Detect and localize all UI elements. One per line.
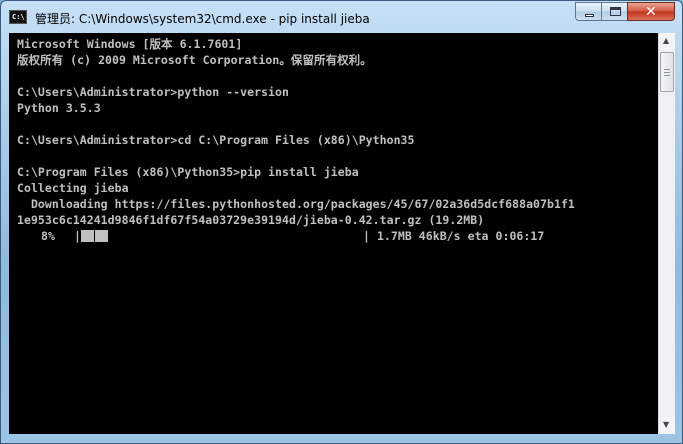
grip-line — [664, 75, 670, 76]
window-title: 管理员: C:\Windows\system32\cmd.exe - pip i… — [35, 12, 370, 26]
minimize-icon — [585, 14, 594, 17]
console-line: C:\Users\Administrator>python --version — [17, 85, 289, 99]
progress-percent: 8% — [41, 229, 55, 243]
grip-line — [664, 69, 670, 70]
console-line: Microsoft Windows [版本 6.1.7601] — [17, 37, 243, 51]
console-line: 版权所有 (c) 2009 Microsoft Corporation。保留所有… — [17, 53, 372, 67]
console-line: 1e953c6c14241d9846f1df67f54a03729e39194d… — [17, 213, 485, 227]
grip-line — [664, 72, 670, 73]
console-output[interactable]: Microsoft Windows [版本 6.1.7601] 版权所有 (c) … — [9, 33, 658, 434]
progress-status: | 1.7MB 46kB/s eta 0:06:17 — [363, 229, 545, 243]
minimize-button[interactable] — [575, 2, 602, 21]
progress-block — [81, 230, 94, 242]
cmd-window: C:\ 管理员: C:\Windows\system32\cmd.exe - p… — [0, 0, 683, 444]
console-line: Collecting jieba — [17, 181, 129, 195]
arrow-down-icon: ▼ — [663, 420, 670, 429]
cmd-icon-text: C:\ — [12, 13, 25, 21]
maximize-icon — [610, 7, 621, 16]
close-button[interactable]: ✕ — [627, 2, 675, 21]
vertical-scrollbar[interactable]: ▲ ▼ — [658, 33, 675, 434]
scroll-down-button[interactable]: ▼ — [659, 417, 675, 434]
cmd-icon[interactable]: C:\ — [9, 10, 27, 24]
progress-bar-start: | — [74, 229, 81, 243]
maximize-button[interactable] — [601, 2, 628, 21]
console-line: C:\Users\Administrator>cd C:\Program Fil… — [17, 133, 415, 147]
close-icon: ✕ — [645, 4, 657, 20]
progress-line: 8% | | 1.7MB 46kB/s eta 0:06:17 — [17, 228, 658, 244]
progress-block — [95, 230, 108, 242]
console-line: C:\Program Files (x86)\Python35>pip inst… — [17, 165, 359, 179]
scroll-up-button[interactable]: ▲ — [659, 33, 675, 50]
console-line: Python 3.5.3 — [17, 101, 101, 115]
console-text: Microsoft Windows [版本 6.1.7601] 版权所有 (c) … — [9, 33, 658, 244]
console-line: Downloading https://files.pythonhosted.o… — [17, 197, 575, 211]
title-bar[interactable]: C:\ 管理员: C:\Windows\system32\cmd.exe - p… — [1, 1, 682, 33]
scroll-thumb[interactable] — [660, 52, 674, 92]
arrow-up-icon: ▲ — [663, 36, 670, 45]
